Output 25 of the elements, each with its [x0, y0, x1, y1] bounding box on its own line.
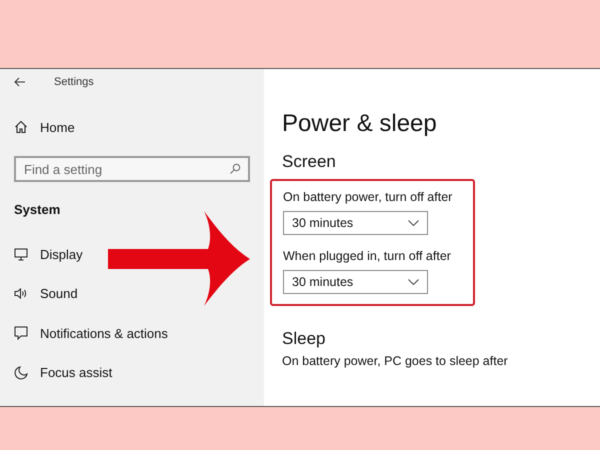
section-heading: Screen [282, 151, 337, 173]
window-title: Settings [54, 76, 94, 88]
setting-label: On battery power, turn off after [283, 190, 454, 204]
moon-icon [14, 366, 28, 380]
section-heading: System [14, 202, 62, 217]
message-icon [14, 326, 28, 340]
home-link[interactable]: Home [14, 117, 75, 137]
setting-label: On battery power, PC goes to sleep after [282, 354, 509, 368]
setting-label: When plugged in, turn off after [283, 249, 452, 263]
home-icon [14, 120, 28, 134]
speaker-icon [14, 287, 28, 300]
nav-item[interactable]: Notifications & actions [14, 323, 168, 343]
search-field[interactable]: Find a setting [14, 156, 250, 182]
section-heading: Sleep [282, 328, 326, 350]
chevron-down-icon [408, 220, 419, 226]
dropdown[interactable]: 30 minutes [283, 211, 428, 235]
nav-item[interactable]: Focus assist [14, 362, 112, 382]
nav-item[interactable]: Display [14, 244, 83, 264]
page-title: Power & sleep [282, 109, 438, 139]
search-icon [229, 163, 241, 175]
monitor-icon [14, 248, 28, 260]
dropdown[interactable]: 30 minutes [283, 270, 428, 294]
back-arrow-icon[interactable] [14, 77, 26, 87]
chevron-down-icon [408, 279, 419, 285]
nav-item[interactable]: Sound [14, 284, 78, 304]
